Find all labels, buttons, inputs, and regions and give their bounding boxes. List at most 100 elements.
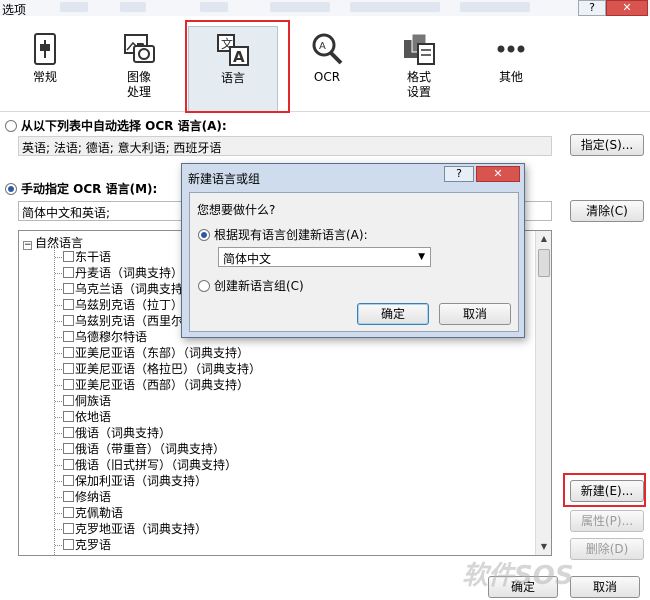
title-bar: 选项 ? ✕	[0, 0, 650, 17]
tree-root-label: 自然语言	[35, 236, 84, 250]
language-label: 丹麦语（词典支持）	[75, 266, 184, 280]
language-checkbox[interactable]	[63, 251, 74, 262]
language-checkbox[interactable]	[63, 299, 74, 310]
background-ghost	[120, 2, 146, 12]
dialog-ok-button[interactable]: 确定	[357, 303, 429, 325]
language-checkbox[interactable]	[63, 331, 74, 342]
language-checkbox[interactable]	[63, 523, 74, 534]
highlight-frame-language-tab	[185, 20, 290, 113]
create-from-existing-radio[interactable]	[198, 229, 210, 241]
scroll-thumb[interactable]	[538, 249, 550, 277]
background-ghost	[350, 2, 440, 12]
tab-image-processing[interactable]: 图像 处理	[94, 26, 184, 112]
language-label: 侗族语	[75, 394, 112, 408]
scroll-down-arrow-icon[interactable]: ▼	[536, 539, 551, 555]
tab-label-line2: 设置	[406, 85, 431, 99]
language-label: 修纳语	[75, 490, 112, 504]
list-item[interactable]: 修纳语	[55, 489, 261, 505]
create-group-option[interactable]: 创建新语言组(C)	[198, 277, 304, 294]
tab-other[interactable]: 其他	[466, 26, 556, 112]
tab-label: OCR	[313, 70, 341, 84]
tab-label: 常规	[32, 70, 57, 84]
category-toolbar: 常规 图像 处理 文 A 语言 A OCR 格式 设置 其他	[0, 16, 650, 112]
language-checkbox[interactable]	[63, 347, 74, 358]
highlight-frame-new-button	[563, 473, 646, 507]
create-group-label: 创建新语言组(C)	[214, 279, 304, 293]
tab-ocr[interactable]: A OCR	[282, 26, 372, 112]
list-item[interactable]: 侗族语	[55, 393, 261, 409]
create-from-existing-option[interactable]: 根据现有语言创建新语言(A):	[198, 226, 368, 243]
language-checkbox[interactable]	[63, 491, 74, 502]
language-checkbox[interactable]	[63, 283, 74, 294]
tab-general[interactable]: 常规	[0, 26, 90, 112]
language-label: 克罗地亚语（词典支持）	[75, 522, 208, 536]
help-button[interactable]: ?	[578, 0, 606, 16]
watermark: 软件SOS	[462, 561, 574, 591]
list-item[interactable]: 克罗语	[55, 537, 261, 553]
language-label: 乌兹别克语（拉丁）	[75, 298, 184, 312]
background-ghost	[270, 2, 330, 12]
language-checkbox[interactable]	[63, 315, 74, 326]
svg-text:A: A	[319, 41, 326, 52]
list-item[interactable]: 亚美尼亚语（格拉巴）（词典支持）	[55, 361, 261, 377]
language-label: 亚美尼亚语（西部）（词典支持）	[75, 378, 250, 392]
base-language-select[interactable]: 简体中文 ▼	[218, 247, 431, 267]
list-item[interactable]: 保加利亚语（词典支持）	[55, 473, 261, 489]
background-ghost	[60, 2, 88, 12]
chevron-down-icon: ▼	[418, 252, 425, 262]
language-checkbox[interactable]	[63, 459, 74, 470]
dialog-cancel-button[interactable]: 取消	[439, 303, 511, 325]
language-checkbox[interactable]	[63, 379, 74, 390]
auto-languages-field: 英语; 法语; 德语; 意大利语; 西班牙语	[18, 136, 552, 156]
language-checkbox[interactable]	[63, 395, 74, 406]
manual-select-radio[interactable]	[5, 183, 17, 195]
tree-scrollbar[interactable]: ▲ ▼	[535, 231, 551, 555]
language-label: 乌兹别克语（西里尔）	[75, 314, 196, 328]
scroll-up-arrow-icon[interactable]: ▲	[536, 231, 551, 247]
list-item[interactable]: 俄语（词典支持）	[55, 425, 261, 441]
manual-select-option[interactable]: 手动指定 OCR 语言(M):	[5, 180, 157, 197]
new-language-dialog: 新建语言或组 ? ✕ 您想要做什么? 根据现有语言创建新语言(A): 简体中文 …	[181, 163, 525, 338]
language-checkbox[interactable]	[63, 427, 74, 438]
collapse-toggle[interactable]: −	[23, 241, 32, 250]
cancel-button[interactable]: 取消	[570, 576, 640, 598]
language-checkbox[interactable]	[63, 507, 74, 518]
auto-select-label: 从以下列表中自动选择 OCR 语言(A):	[21, 119, 227, 133]
tab-format-settings[interactable]: 格式 设置	[374, 26, 464, 112]
language-checkbox[interactable]	[63, 267, 74, 278]
language-label: 亚美尼亚语（东部）（词典支持）	[75, 346, 250, 360]
language-label: 克佩勒语	[75, 506, 124, 520]
dialog-body: 您想要做什么? 根据现有语言创建新语言(A): 简体中文 ▼ 创建新语言组(C)…	[189, 192, 519, 332]
list-item[interactable]: 亚美尼亚语（西部）（词典支持）	[55, 377, 261, 393]
auto-select-option[interactable]: 从以下列表中自动选择 OCR 语言(A):	[5, 117, 227, 134]
list-item[interactable]: 克佩勒语	[55, 505, 261, 521]
list-item[interactable]: 俄语（带重音）（词典支持）	[55, 441, 261, 457]
create-from-existing-label: 根据现有语言创建新语言(A):	[214, 228, 368, 242]
background-ghost	[460, 2, 530, 12]
dialog-question: 您想要做什么?	[197, 203, 276, 217]
language-label: 克罗语	[75, 538, 112, 552]
format-icon	[404, 33, 435, 65]
magnifier-icon: A	[312, 33, 343, 65]
dialog-close-button[interactable]: ✕	[476, 166, 520, 182]
close-button[interactable]: ✕	[606, 0, 648, 16]
language-checkbox[interactable]	[63, 363, 74, 374]
list-item[interactable]: 俄语（旧式拼写）（词典支持）	[55, 457, 261, 473]
list-item[interactable]: 依地语	[55, 409, 261, 425]
clear-button[interactable]: 清除(C)	[570, 200, 644, 222]
create-group-radio[interactable]	[198, 280, 210, 292]
delete-button[interactable]: 删除(D)	[570, 538, 644, 560]
language-label: 俄语（词典支持）	[75, 426, 172, 440]
list-item[interactable]: 克罗地亚语（词典支持）	[55, 521, 261, 537]
language-label: 保加利亚语（词典支持）	[75, 474, 208, 488]
specify-button[interactable]: 指定(S)...	[570, 134, 644, 156]
language-checkbox[interactable]	[63, 539, 74, 550]
language-checkbox[interactable]	[63, 411, 74, 422]
list-item[interactable]: 亚美尼亚语（东部）（词典支持）	[55, 345, 261, 361]
language-checkbox[interactable]	[63, 443, 74, 454]
language-label: 东干语	[75, 250, 112, 264]
auto-select-radio[interactable]	[5, 120, 17, 132]
dialog-help-button[interactable]: ?	[444, 166, 474, 182]
properties-button[interactable]: 属性(P)...	[570, 510, 644, 532]
language-checkbox[interactable]	[63, 475, 74, 486]
